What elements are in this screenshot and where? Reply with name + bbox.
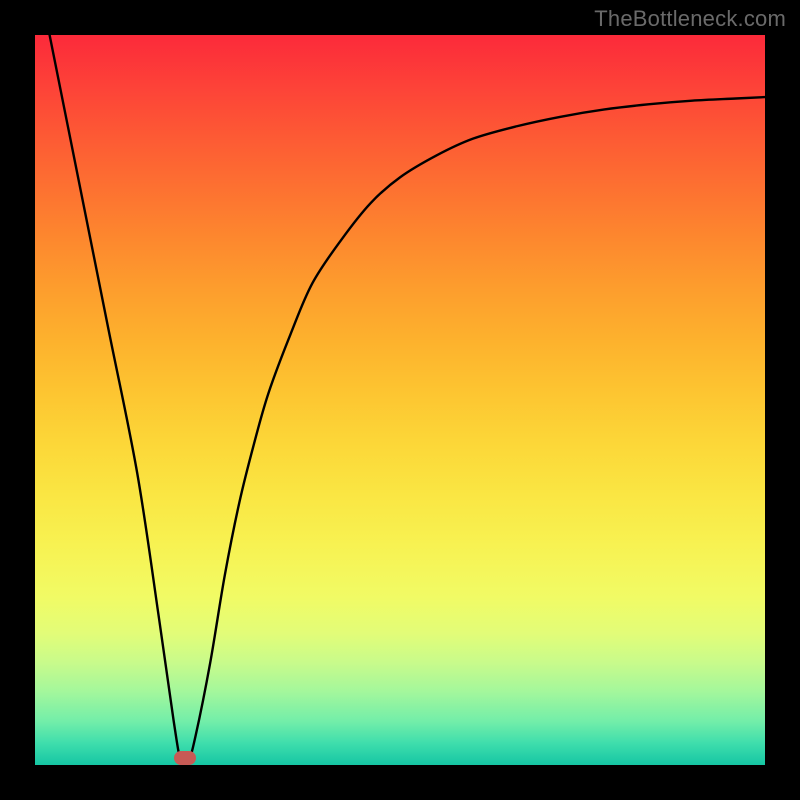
- chart-plot-area: [35, 35, 765, 765]
- chart-frame: TheBottleneck.com: [0, 0, 800, 800]
- watermark-text: TheBottleneck.com: [594, 6, 786, 32]
- bottleneck-curve: [35, 35, 765, 765]
- optimal-point-marker: [174, 751, 196, 765]
